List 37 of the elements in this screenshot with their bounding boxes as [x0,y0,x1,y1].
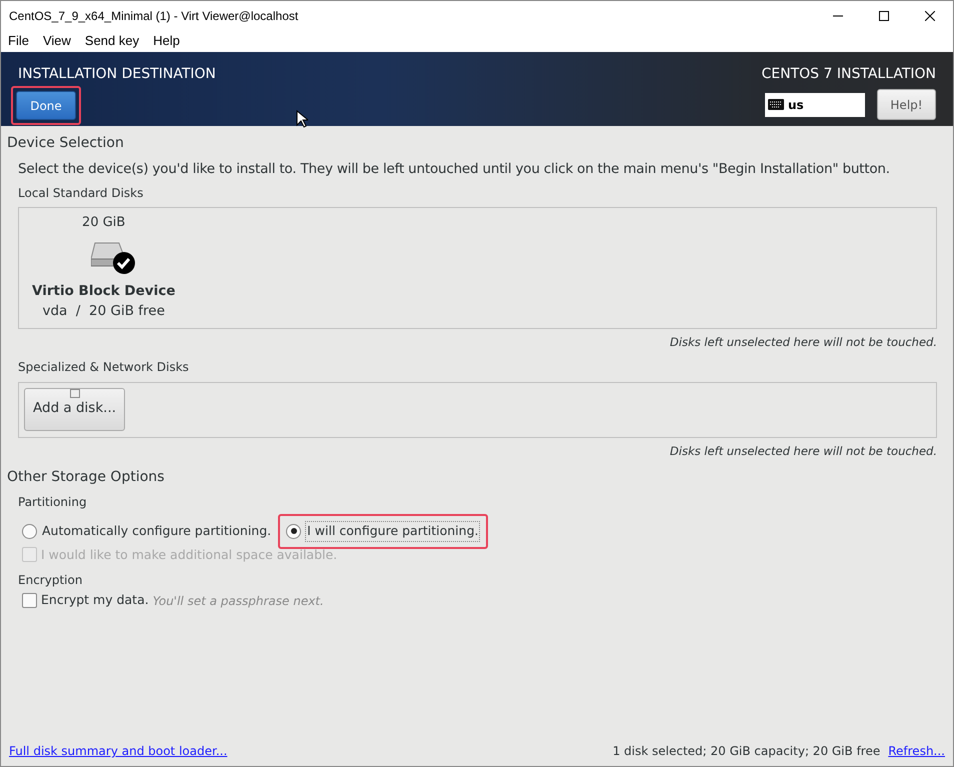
radio-button[interactable] [286,524,302,539]
menu-item[interactable]: Help [148,31,185,51]
disk-name: Virtio Block Device [32,282,176,301]
section-title: Device Selection [7,134,125,153]
disk-summary: 1 disk selected; 20 GiB capacity; 20 GiB free [612,743,880,760]
checkbox-label: Encrypt my data. [41,591,149,610]
group-title: Encryption [18,572,84,590]
note-text: Disks left unselected here will not be touched. [670,334,937,352]
refresh-link[interactable]: Refresh... [888,742,945,760]
page-title: INSTALLATION DESTINATION [18,65,216,84]
done-button[interactable]: Done [16,91,76,120]
section-title: Other Storage Options [7,468,166,487]
intro-text: Select the device(s) you'd like to install to. They will be left untouched until you click on the main menu's "Begin Installation" button. [17,160,891,179]
menu-item[interactable]: View [38,31,76,51]
disk-tile[interactable]: 20 GiB Virtio Block Device vda / 20 GiB free [30,213,178,322]
checkbox[interactable] [22,593,37,608]
cursor-icon [296,110,308,128]
window-title: CentOS_7_9_x64_Minimal (1) - Virt Viewer@localhost [8,8,298,24]
help-button[interactable]: Help! [877,89,936,120]
keyboard-layout-field[interactable]: us [765,92,865,116]
radio-button[interactable] [22,524,37,539]
summary-link[interactable]: Full disk summary and boot loader... [9,742,228,760]
add-disk-button[interactable]: Add a disk... [24,388,126,431]
radio-label: I will configure partitioning. [305,520,480,542]
menu-item[interactable]: Send key [80,31,144,51]
group-title: Specialized & Network Disks [18,358,190,376]
product-title: CENTOS 7 INSTALLATION [762,65,936,84]
note-text: Disks left unselected here will not be touched. [670,442,937,460]
keyboard-icon [768,99,784,110]
group-title: Partitioning [18,494,88,511]
checkbox-label: I would like to make additional space available. [41,546,338,564]
hint-text: You'll set a passphrase next. [152,592,324,610]
disk-size: 20 GiB [82,214,126,232]
menu-item[interactable]: File [3,31,34,51]
disk-detail: vda / 20 GiB free [42,302,165,321]
radio-label: Automatically configure partitioning. [41,522,272,540]
group-title: Local Standard Disks [18,185,144,202]
